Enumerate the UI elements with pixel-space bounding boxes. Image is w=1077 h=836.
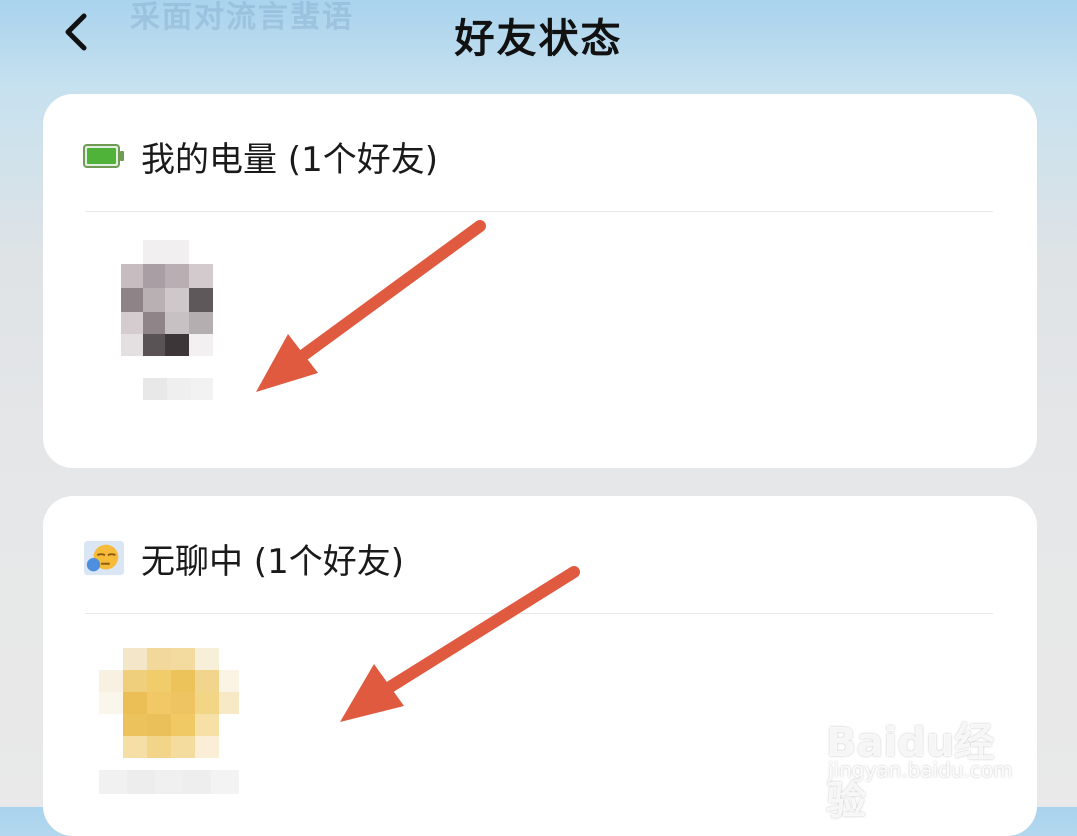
bored-emoji-icon (83, 537, 125, 579)
status-section-card: 我的电量 (1个好友) (43, 94, 1037, 468)
status-section-card: 无聊中 (1个好友) (43, 496, 1037, 836)
page-title: 好友状态 (454, 16, 623, 62)
section-title: 无聊中 (1个好友) (141, 541, 404, 582)
avatar (121, 240, 213, 400)
friend-item[interactable] (113, 236, 263, 426)
friend-item[interactable] (95, 636, 275, 826)
battery-icon (83, 135, 125, 177)
divider (85, 211, 993, 212)
avatar (99, 648, 239, 794)
divider (85, 613, 993, 614)
section-title: 我的电量 (1个好友) (141, 139, 438, 180)
section-header: 无聊中 (1个好友) (83, 534, 404, 582)
section-header: 我的电量 (1个好友) (83, 132, 438, 180)
header-bar: 采面对流言蜚语 好友状态 (0, 0, 1077, 70)
